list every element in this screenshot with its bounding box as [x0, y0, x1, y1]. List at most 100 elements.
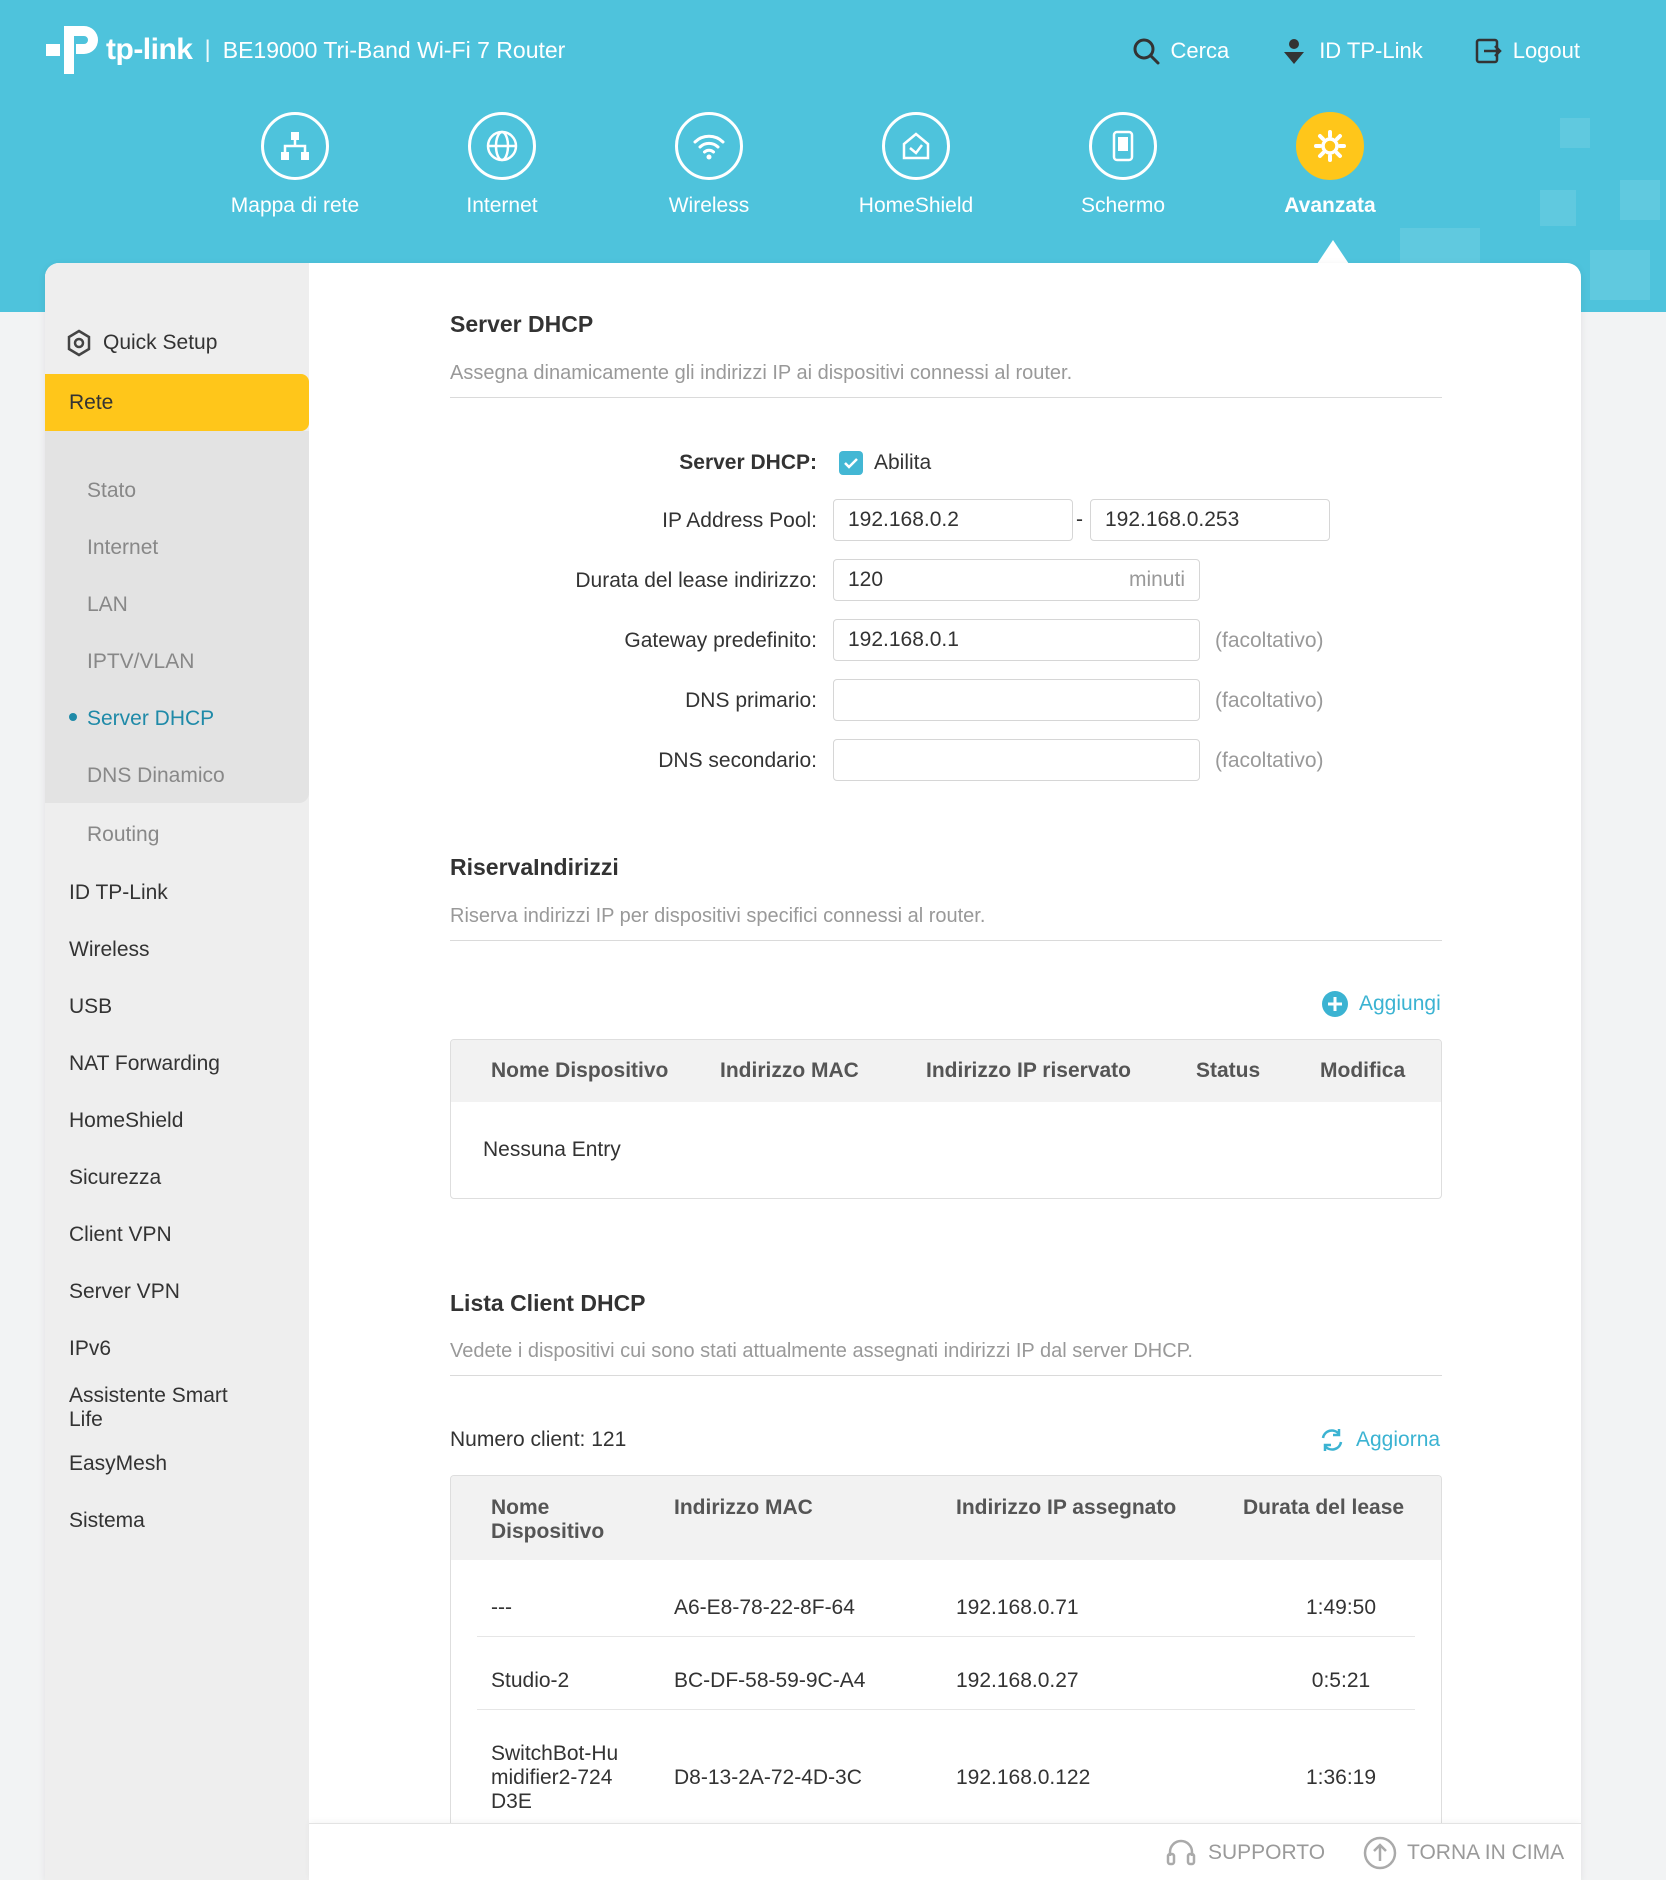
client-ip: 192.168.0.71	[956, 1596, 1079, 1619]
logout-label: Logout	[1512, 38, 1580, 63]
lease-unit: minuti	[1128, 568, 1185, 591]
dhcp-enable-text: Abilita	[874, 451, 932, 474]
reservation-title: RiservaIndirizzi	[450, 854, 619, 880]
network-map-icon	[261, 112, 329, 180]
logo-separator: |	[204, 36, 211, 63]
sidebar-sub-iptv[interactable]: IPTV/VLAN	[87, 650, 194, 674]
lease-input[interactable]: 120 minuti	[833, 559, 1200, 601]
tp-link-id-link[interactable]: ID TP-Link	[1279, 36, 1423, 66]
empty-entry: Nessuna Entry	[483, 1138, 621, 1161]
sidebar-sub-dhcp[interactable]: Server DHCP	[87, 707, 214, 731]
client-lease: 1:49:50	[1305, 1596, 1377, 1619]
gateway-label: Gateway predefinito:	[624, 629, 817, 652]
nav-label: HomeShield	[858, 194, 974, 217]
tp-link-logo[interactable]: tp-link | BE19000 Tri-Band Wi-Fi 7 Route…	[44, 22, 565, 78]
gear-icon	[1296, 112, 1364, 180]
add-reservation-button[interactable]: Aggiungi	[1321, 990, 1441, 1018]
wifi-icon	[675, 112, 743, 180]
dns1-input[interactable]	[833, 679, 1200, 721]
sidebar-group-rete[interactable]: Rete	[45, 374, 309, 431]
clients-desc: Vedete i dispositivi cui sono stati attu…	[450, 1340, 1193, 1362]
client-lease: 0:5:21	[1311, 1669, 1371, 1692]
nav-advanced[interactable]: Avanzata	[1230, 112, 1430, 218]
support-link[interactable]: SUPPORTO	[1164, 1836, 1325, 1870]
nav-label: Avanzata	[1284, 194, 1376, 217]
sidebar-item-client-vpn[interactable]: Client VPN	[69, 1223, 172, 1247]
plus-circle-icon	[1322, 991, 1348, 1017]
arrow-up-circle-icon	[1363, 1836, 1397, 1870]
support-label: SUPPORTO	[1208, 1841, 1326, 1864]
sidebar-item-id[interactable]: ID TP-Link	[69, 881, 168, 905]
nav-screen[interactable]: Schermo	[1023, 112, 1223, 218]
active-nav-pointer	[1317, 240, 1349, 264]
sidebar-subgroup: Stato Internet LAN IPTV/VLAN Server DHCP…	[45, 431, 309, 803]
sidebar-item-smart-life[interactable]: Assistente Smart Life	[69, 1384, 259, 1432]
reservation-table-header: Nome Dispositivo Indirizzo MAC Indirizzo…	[451, 1040, 1441, 1102]
footer-bar: SUPPORTO TORNA IN CIMA	[309, 1823, 1581, 1880]
dhcp-enable-checkbox[interactable]	[839, 451, 863, 475]
refresh-button[interactable]: Aggiorna	[1318, 1426, 1440, 1454]
sidebar-sub-stato[interactable]: Stato	[87, 479, 136, 503]
col-mac: Indirizzo MAC	[720, 1059, 859, 1082]
col-device-name: Nome Dispositivo	[491, 1496, 605, 1543]
pool-label: IP Address Pool:	[662, 509, 817, 532]
clients-table: Nome Dispositivo Indirizzo MAC Indirizzo…	[450, 1475, 1442, 1880]
sidebar-sub-routing[interactable]: Routing	[87, 823, 159, 847]
col-mac: Indirizzo MAC	[674, 1496, 813, 1519]
row-divider	[477, 1709, 1415, 1710]
top-links: Cerca ID TP-Link Logout	[1131, 36, 1580, 66]
sidebar-item-sistema[interactable]: Sistema	[69, 1509, 145, 1533]
nav-network-map[interactable]: Mappa di rete	[195, 112, 395, 218]
nav-label: Wireless	[668, 194, 750, 217]
dhcp-enable-label: Server DHCP:	[679, 451, 817, 474]
sidebar-item-usb[interactable]: USB	[69, 995, 112, 1019]
col-edit: Modifica	[1320, 1059, 1406, 1082]
sidebar-item-ipv6[interactable]: IPv6	[69, 1337, 111, 1361]
dhcp-desc: Assegna dinamicamente gli indirizzi IP a…	[450, 362, 1073, 384]
gateway-input[interactable]: 192.168.0.1	[833, 619, 1200, 661]
sidebar-sub-lan[interactable]: LAN	[87, 593, 128, 617]
decor-square	[1590, 250, 1650, 300]
sidebar-item-server-vpn[interactable]: Server VPN	[69, 1280, 180, 1304]
clients-table-header: Nome Dispositivo Indirizzo MAC Indirizzo…	[451, 1476, 1441, 1560]
headset-icon	[1166, 1839, 1196, 1866]
main-nav: Mappa di rete Internet Wireless HomeShie…	[0, 112, 1666, 232]
pool-start-input[interactable]: 192.168.0.2	[833, 499, 1073, 541]
pool-start-value: 192.168.0.2	[848, 508, 959, 531]
pool-end-input[interactable]: 192.168.0.253	[1090, 499, 1330, 541]
search-icon	[1133, 38, 1159, 65]
sidebar-sub-ddns[interactable]: DNS Dinamico	[87, 764, 225, 788]
nav-wireless[interactable]: Wireless	[609, 112, 809, 218]
client-ip: 192.168.0.122	[956, 1766, 1091, 1789]
checkmark-icon	[844, 458, 858, 469]
nav-internet[interactable]: Internet	[402, 112, 602, 218]
active-dot	[69, 713, 77, 721]
back-to-top-label: TORNA IN CIMA	[1407, 1841, 1565, 1864]
refresh-label: Aggiorna	[1356, 1428, 1441, 1451]
sidebar-item-sicurezza[interactable]: Sicurezza	[69, 1166, 161, 1190]
router-model: BE19000 Tri-Band Wi-Fi 7 Router	[222, 36, 566, 63]
nav-homeshield[interactable]: HomeShield	[816, 112, 1016, 218]
divider	[450, 1375, 1442, 1376]
pool-end-value: 192.168.0.253	[1105, 508, 1240, 531]
user-id-icon	[1284, 39, 1305, 64]
sidebar-sub-internet[interactable]: Internet	[87, 536, 158, 560]
add-label: Aggiungi	[1359, 992, 1441, 1015]
sidebar-item-wireless[interactable]: Wireless	[69, 938, 150, 962]
col-device-name: Nome Dispositivo	[491, 1059, 669, 1082]
client-name: Studio-2	[491, 1669, 570, 1692]
reservation-desc: Riserva indirizzi IP per dispositivi spe…	[450, 905, 986, 927]
client-count: Numero client: 121	[450, 1428, 627, 1451]
search-link[interactable]: Cerca	[1131, 36, 1229, 66]
dns2-input[interactable]	[833, 739, 1200, 781]
sidebar-item-nat[interactable]: NAT Forwarding	[69, 1052, 220, 1076]
sidebar-item-homeshield[interactable]: HomeShield	[69, 1109, 183, 1133]
client-mac: A6-E8-78-22-8F-64	[674, 1596, 855, 1619]
clients-title: Lista Client DHCP	[450, 1290, 646, 1316]
sidebar-item-quick-setup[interactable]: Quick Setup	[65, 329, 217, 357]
back-to-top-link[interactable]: TORNA IN CIMA	[1363, 1836, 1564, 1870]
logout-link[interactable]: Logout	[1473, 36, 1580, 66]
sidebar-item-easymesh[interactable]: EasyMesh	[69, 1452, 167, 1476]
tp-link-id-label: ID TP-Link	[1319, 38, 1423, 63]
decor-square	[1400, 228, 1480, 268]
